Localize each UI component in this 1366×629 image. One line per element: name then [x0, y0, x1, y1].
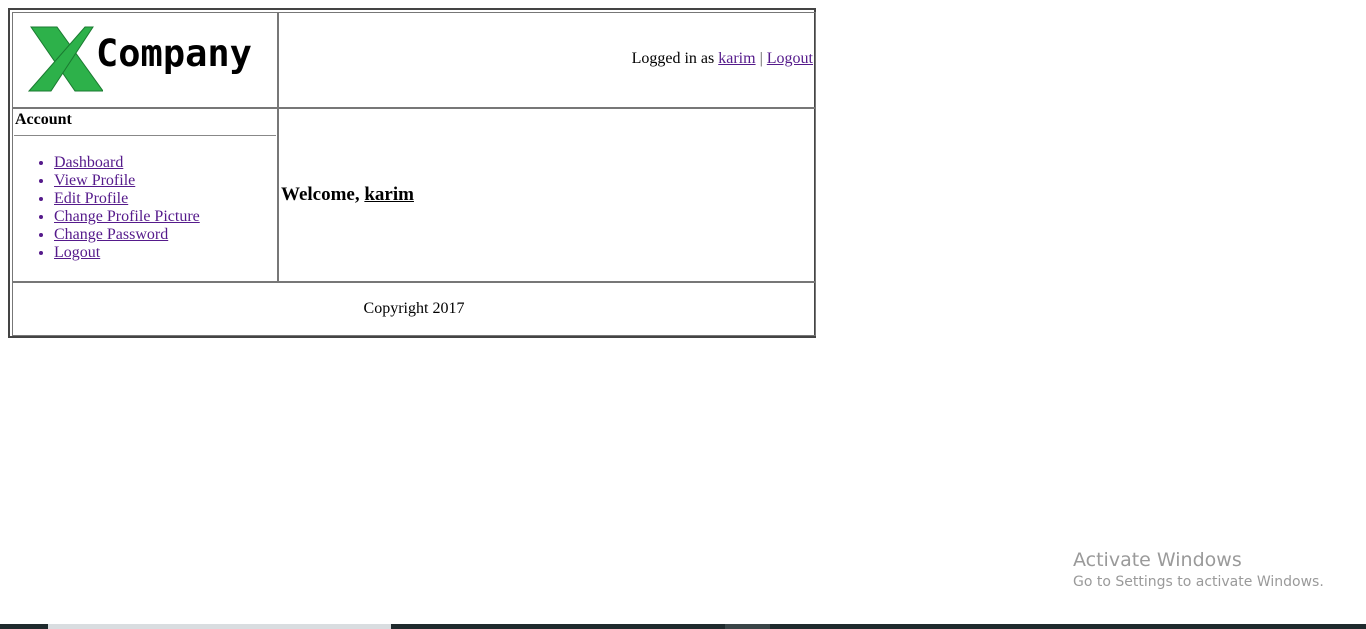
welcome-heading: Welcome, karim — [281, 184, 414, 206]
nav-item-change-password: Change Password — [54, 226, 200, 244]
sidebar-cell: Account Dashboard View Profile Edit Prof… — [12, 108, 278, 282]
login-status: Logged in as karim | Logout — [632, 50, 813, 68]
header-cell: Logged in as karim | Logout — [278, 12, 816, 108]
sidebar-divider — [14, 135, 276, 136]
username-link[interactable]: karim — [718, 50, 755, 67]
copyright-text: Copyright 2017 — [363, 300, 465, 317]
nav-link-logout[interactable]: Logout — [54, 244, 100, 261]
logged-in-label: Logged in as — [631, 50, 715, 67]
nav-link-view-profile[interactable]: View Profile — [54, 172, 135, 189]
nav-link-dashboard[interactable]: Dashboard — [54, 154, 123, 171]
layout-table: Company Logged in as karim | Logout Acco… — [8, 8, 816, 338]
main-content-cell: Welcome, karim — [278, 108, 816, 282]
welcome-prefix: Welcome, — [281, 184, 360, 205]
nav-item-logout: Logout — [54, 244, 200, 262]
activate-windows-subtitle: Go to Settings to activate Windows. — [1073, 574, 1324, 590]
taskbar — [0, 624, 1366, 629]
account-nav: Dashboard View Profile Edit Profile Chan… — [13, 154, 200, 262]
nav-item-edit-profile: Edit Profile — [54, 190, 200, 208]
nav-item-view-profile: View Profile — [54, 172, 200, 190]
logo-cell: Company — [12, 12, 278, 108]
footer-cell: Copyright 2017 — [12, 282, 816, 336]
header-logout-link[interactable]: Logout — [767, 50, 813, 67]
nav-link-change-password[interactable]: Change Password — [54, 226, 168, 243]
taskbar-app-item[interactable] — [725, 624, 770, 629]
sidebar-title: Account — [15, 111, 72, 128]
nav-item-change-profile-picture: Change Profile Picture — [54, 208, 200, 226]
company-logo: Company — [23, 23, 273, 93]
nav-item-dashboard: Dashboard — [54, 154, 200, 172]
activate-windows-watermark: Activate Windows Go to Settings to activ… — [1073, 548, 1324, 592]
separator: | — [759, 50, 763, 67]
nav-link-change-profile-picture[interactable]: Change Profile Picture — [54, 208, 200, 225]
logo-text: Company — [96, 32, 252, 75]
activate-windows-title: Activate Windows — [1073, 549, 1242, 571]
nav-link-edit-profile[interactable]: Edit Profile — [54, 190, 128, 207]
welcome-username-link[interactable]: karim — [364, 184, 414, 205]
logo-x-mark — [27, 26, 103, 92]
taskbar-active-app[interactable] — [48, 624, 391, 629]
